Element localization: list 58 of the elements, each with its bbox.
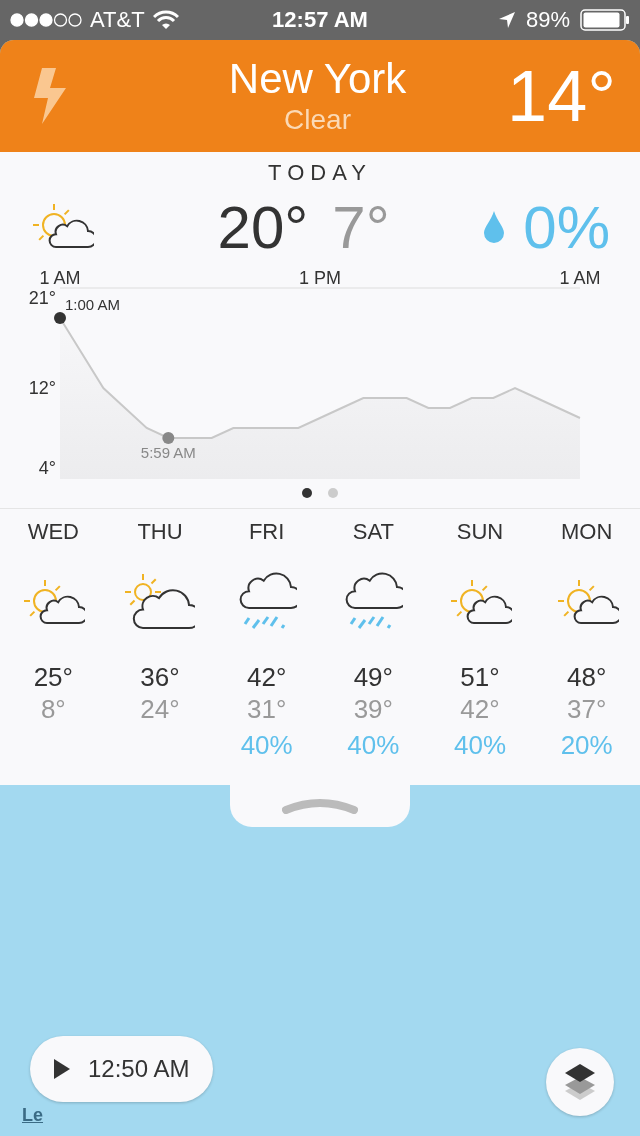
sun-cloud-icon (125, 574, 195, 632)
battery-icon (580, 9, 630, 31)
lightning-bolt-icon (34, 68, 68, 124)
point-label: 5:59 AM (140, 444, 196, 461)
page-dot[interactable] (302, 488, 312, 498)
legend-link[interactable]: Le (22, 1105, 43, 1126)
high-temperature: 48° (567, 661, 607, 693)
precipitation-chance: 40% (453, 729, 506, 762)
water-drop-icon (483, 211, 506, 243)
high-temperature: 25° (33, 661, 73, 693)
page-dot[interactable] (328, 488, 338, 498)
precipitation-chance: 0% (523, 192, 610, 262)
low-temperature: 7° (332, 192, 390, 262)
clock-time: 12:57 AM (272, 7, 368, 33)
day-label: SUN (456, 519, 504, 545)
battery-percentage: 89% (525, 7, 570, 33)
temperature-tick: 12° (28, 378, 56, 398)
high-temperature: 51° (460, 661, 500, 693)
playback-button[interactable]: 12:50 AM (30, 1036, 214, 1102)
day-label: WED (27, 519, 79, 545)
time-label: 1 PM (299, 268, 341, 288)
point-marker (162, 432, 175, 444)
point-label: 1:00 AM (65, 296, 121, 313)
section-title: TODAY (268, 160, 372, 186)
time-label: 1 AM (559, 268, 601, 288)
day-label: MON (561, 519, 613, 545)
low-temperature: 39° (353, 693, 393, 725)
day-label: FRI (248, 519, 285, 545)
low-temperature: 24° (140, 693, 180, 725)
drawer-handle[interactable] (230, 783, 410, 827)
carrier-name: AT&T (90, 7, 145, 33)
current-temperature: 14° (507, 55, 616, 137)
chevron-up-icon (282, 796, 358, 814)
play-icon (54, 1059, 70, 1079)
signal-icon (10, 13, 82, 27)
layers-icon (563, 1063, 597, 1101)
high-temperature: 49° (353, 661, 393, 693)
precipitation-chance: 40% (347, 729, 400, 762)
low-temperature: 31° (247, 693, 287, 725)
low-temperature: 42° (460, 693, 500, 725)
point-marker (54, 312, 66, 324)
weather-condition: Clear (284, 103, 351, 137)
temperature-tick: 4° (38, 458, 56, 478)
wifi-icon (152, 10, 179, 30)
high-temperature: 20° (217, 192, 309, 262)
high-temperature: 36° (140, 661, 180, 693)
day-label: THU (137, 519, 183, 545)
low-temperature: 8° (40, 693, 66, 725)
precipitation-chance: 20% (560, 729, 613, 762)
low-temperature: 37° (567, 693, 607, 725)
precipitation-chance: 40% (240, 729, 293, 762)
city-name: New York (228, 55, 407, 103)
time-label: 1 AM (39, 268, 81, 288)
temperature-tick: 21° (28, 288, 56, 308)
day-label: SAT (352, 519, 394, 545)
high-temperature: 42° (247, 661, 287, 693)
location-arrow-icon (497, 11, 516, 29)
layers-button[interactable] (546, 1048, 614, 1116)
